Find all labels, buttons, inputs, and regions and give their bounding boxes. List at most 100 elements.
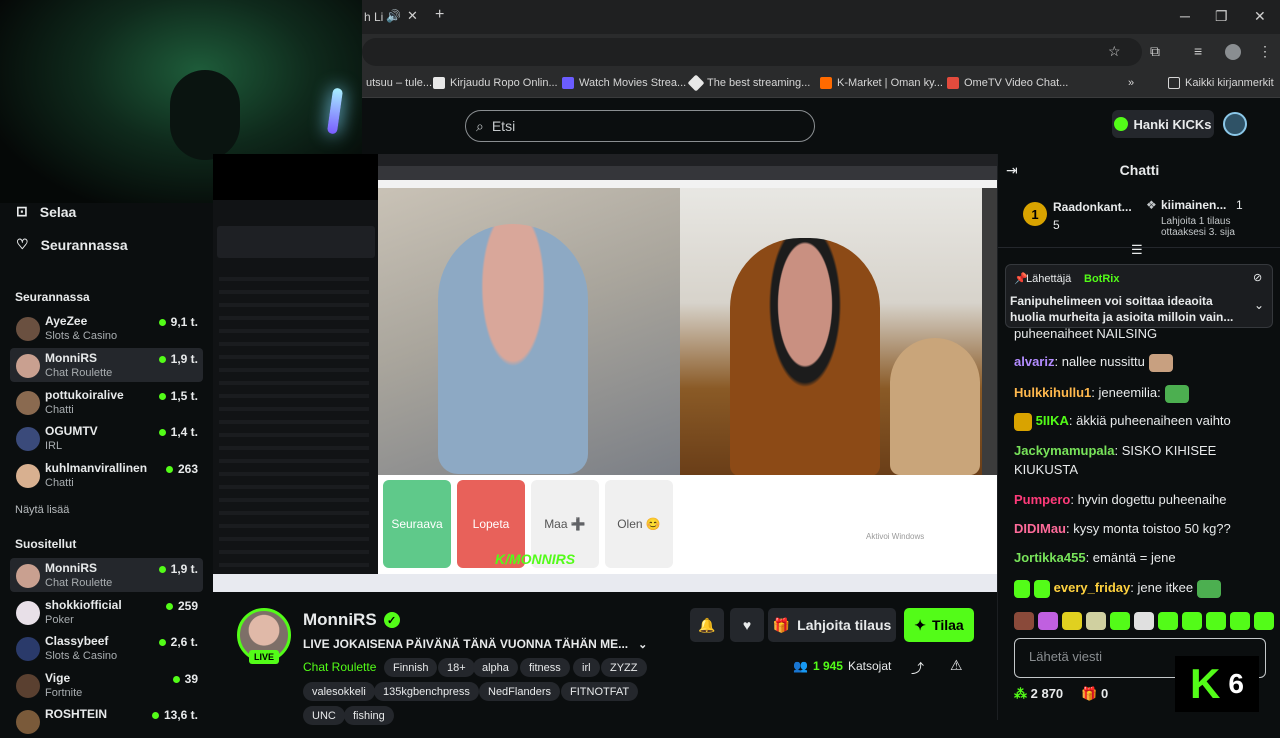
address-bar[interactable] (362, 38, 1142, 66)
chat-username[interactable]: Hulkkihullu1 (1014, 385, 1091, 400)
tag[interactable]: ZYZZ (601, 658, 647, 677)
tag[interactable]: 135kgbenchpress (374, 682, 479, 701)
bookmark-item[interactable]: Watch Movies Strea... (562, 77, 686, 89)
bookmark-item[interactable]: OmeTV Video Chat... (947, 77, 1068, 89)
bookmark-star-icon[interactable]: ☆ (1108, 43, 1121, 60)
search-input[interactable]: ⌕ Etsi (465, 110, 815, 142)
emote-icon[interactable] (1086, 612, 1106, 630)
emote-icon[interactable] (1230, 612, 1250, 630)
subscribe-button[interactable]: ✦ Tilaa (904, 608, 974, 642)
following-channel[interactable]: AyeZee Slots & Casino 9,1 t. (10, 311, 203, 345)
following-channel[interactable]: kuhlmanvirallinen Chatti 263 (10, 458, 203, 492)
emote-icon[interactable] (1110, 612, 1130, 630)
chat-username[interactable]: Jortikka455 (1014, 550, 1086, 565)
tag[interactable]: UNC (303, 706, 345, 725)
notification-bell-button[interactable]: 🔔 (690, 608, 724, 642)
emote-icon[interactable] (1062, 612, 1082, 630)
emote-icon[interactable] (1014, 612, 1034, 630)
emote-icon[interactable] (1206, 612, 1226, 630)
channel-name: shokkiofficial (45, 598, 122, 612)
kicks-balance[interactable]: ⁂ 2 870 (1014, 686, 1063, 702)
maximize-icon[interactable]: ❐ (1215, 8, 1228, 25)
minimize-icon[interactable]: ─ (1180, 8, 1190, 24)
recommended-channel[interactable]: Vige Fortnite 39 (10, 668, 203, 702)
tab-audio-icon[interactable]: 🔊 (386, 9, 401, 23)
chat-username[interactable]: Jackymamupala (1014, 443, 1114, 458)
chat-username[interactable]: Pumpero (1014, 492, 1070, 507)
chat-username[interactable]: 5IIKA (1036, 413, 1069, 428)
collapse-chat-icon[interactable]: ⇥ (1006, 162, 1018, 179)
tag[interactable]: NedFlanders (479, 682, 560, 701)
stream-category-link[interactable]: Chat Roulette (303, 660, 376, 674)
nav-following[interactable]: ♡ Seurannassa (16, 236, 128, 253)
chevron-down-icon[interactable]: ⌄ (638, 638, 647, 651)
recommended-channel[interactable]: shokkiofficial Poker 259 (10, 595, 203, 629)
chat-username[interactable]: every_friday (1054, 580, 1131, 595)
tag[interactable]: 18+ (438, 658, 475, 677)
streamer-name-label: MonniRS (303, 610, 377, 629)
leader-2-name[interactable]: kiimainen... (1161, 198, 1226, 212)
tag[interactable]: FITNOTFAT (561, 682, 639, 701)
user-avatar[interactable] (1223, 112, 1247, 136)
search-placeholder: Etsi (491, 118, 516, 134)
following-channel[interactable]: OGUMTV IRL 1,4 t. (10, 421, 203, 455)
avatar (16, 427, 40, 451)
rgb-light (326, 87, 344, 135)
recommended-channel[interactable]: MonniRS Chat Roulette 1,9 t. (10, 558, 203, 592)
emote-icon[interactable] (1038, 612, 1058, 630)
show-more-link[interactable]: Näytä lisää (15, 504, 69, 516)
profile-icon[interactable] (1225, 44, 1241, 60)
channel-name: MonniRS (45, 351, 97, 365)
leader-1-name[interactable]: Raadonkant... (1053, 200, 1132, 214)
bookmarks-overflow-icon[interactable]: » (1128, 77, 1134, 89)
tag[interactable]: fitness (520, 658, 570, 677)
close-window-icon[interactable]: ✕ (1254, 8, 1266, 25)
all-bookmarks[interactable]: Kaikki kirjanmerkit (1168, 77, 1274, 89)
emote-icon[interactable] (1254, 612, 1274, 630)
emote-icon[interactable] (1158, 612, 1178, 630)
chevron-down-icon[interactable]: ⌄ (1254, 298, 1264, 312)
pinned-user[interactable]: BotRix (1084, 273, 1119, 285)
nav-browse[interactable]: ⊡ Selaa (16, 203, 76, 220)
report-icon[interactable]: ⚠ (950, 657, 963, 674)
bookmark-item[interactable]: K-Market | Oman ky... (820, 77, 943, 89)
bookmark-label: K-Market | Oman ky... (837, 77, 943, 89)
gift-count[interactable]: 🎁 0 (1081, 686, 1108, 702)
media-icon[interactable]: ≡ (1194, 43, 1202, 59)
bookmark-item[interactable]: The best streaming... (687, 74, 811, 92)
menu-kebab-icon[interactable]: ⋮ (1258, 43, 1272, 60)
bookmark-label: The best streaming... (707, 77, 811, 89)
hide-pinned-icon[interactable]: ⊘ (1253, 271, 1262, 284)
tag[interactable]: irl (573, 658, 600, 677)
extensions-icon[interactable]: ⧉ (1150, 43, 1160, 60)
chat-username[interactable]: alvariz (1014, 354, 1054, 369)
tab-close-icon[interactable]: ✕ (407, 8, 418, 24)
bookmark-item[interactable]: Kirjaudu Ropo Onlin... (433, 77, 558, 89)
tag[interactable]: alpha (473, 658, 518, 677)
share-icon[interactable]: ⤴ (911, 658, 924, 677)
recommended-channel[interactable]: Classybeef Slots & Casino 2,6 t. (10, 631, 203, 665)
new-tab-icon[interactable]: + (435, 6, 444, 24)
following-channel[interactable]: pottukoiralive Chatti 1,5 t. (10, 385, 203, 419)
chat-username[interactable]: DIDIMau (1014, 521, 1066, 536)
bookmark-item[interactable]: utsuu – tule... (366, 77, 432, 89)
leader-3-prompt[interactable]: Lahjoita 1 tilaus ottaaksesi 3. sija (1161, 216, 1261, 238)
bell-icon: 🔔 (698, 616, 716, 633)
emote-icon[interactable] (1182, 612, 1202, 630)
tag[interactable]: fishing (344, 706, 394, 725)
avatar (16, 391, 40, 415)
tab-title[interactable]: h Li (364, 10, 383, 24)
gift-sub-button[interactable]: 🎁 Lahjoita tilaus (768, 608, 896, 642)
chat-settings-icon[interactable]: ☰ (1131, 242, 1143, 258)
stream-player[interactable]: Seuraava Lopeta Maa ➕ Olen 😊 Aktivoi Win… (213, 154, 997, 592)
channel-category: Chat Roulette (45, 577, 113, 589)
get-kicks-button[interactable]: Hanki KICKs (1112, 110, 1214, 138)
emote-icon (1164, 384, 1189, 403)
recommended-channel[interactable]: ROSHTEIN 13,6 t. (10, 704, 203, 738)
streamer-name[interactable]: MonniRS ✓ (303, 610, 400, 630)
following-channel[interactable]: MonniRS Chat Roulette 1,9 t. (10, 348, 203, 382)
follow-heart-button[interactable]: ♥ (730, 608, 764, 642)
tag[interactable]: Finnish (384, 658, 438, 677)
tag[interactable]: valesokkeli (303, 682, 375, 701)
emote-icon[interactable] (1134, 612, 1154, 630)
